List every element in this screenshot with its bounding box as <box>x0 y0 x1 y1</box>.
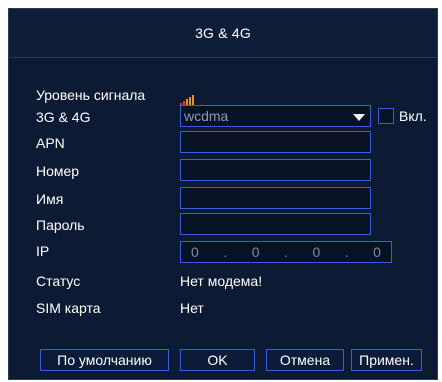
ip-label: IP <box>36 243 50 259</box>
ok-button[interactable]: OK <box>180 349 255 371</box>
modem-3g4g-dialog: 3G & 4G Уровень сигнала 3G & 4G wcdma Вк… <box>8 8 438 380</box>
password-label: Пароль <box>36 217 85 233</box>
status-label: Статус <box>36 273 81 289</box>
apn-input[interactable] <box>180 131 371 153</box>
sim-card-value: Нет <box>180 300 204 316</box>
default-button[interactable]: По умолчанию <box>40 349 169 371</box>
network-type-label: 3G & 4G <box>36 109 91 125</box>
dialog-title: 3G & 4G <box>195 25 251 41</box>
network-type-select[interactable]: wcdma <box>180 105 371 127</box>
ip-dot-2: . <box>284 244 288 260</box>
enable-checkbox[interactable] <box>378 108 394 124</box>
ip-address-input[interactable]: 0 . 0 . 0 . 0 <box>180 241 392 263</box>
network-type-value: wcdma <box>184 108 229 124</box>
ip-octet-3[interactable]: 0 <box>312 244 320 260</box>
apply-button[interactable]: Примен. <box>351 349 422 371</box>
signal-level-label: Уровень сигнала <box>36 87 146 103</box>
dialog-buttons: По умолчанию OK Отмена Примен. <box>40 349 430 373</box>
status-value: Нет модема! <box>180 273 263 289</box>
number-label: Номер <box>36 163 80 179</box>
name-label: Имя <box>36 191 64 207</box>
password-input[interactable] <box>180 213 371 235</box>
ip-dot-3: . <box>344 244 349 260</box>
name-input[interactable] <box>180 187 371 209</box>
ip-octet-1[interactable]: 0 <box>191 244 199 260</box>
ip-octet-4[interactable]: 0 <box>373 244 381 260</box>
apn-label: APN <box>36 135 65 151</box>
chevron-down-icon <box>353 114 365 121</box>
ip-dot-1: . <box>223 244 228 260</box>
cancel-button[interactable]: Отмена <box>266 349 344 371</box>
dialog-titlebar: 3G & 4G <box>9 9 437 58</box>
enable-checkbox-label: Вкл. <box>399 108 427 124</box>
ip-octet-2[interactable]: 0 <box>252 244 260 260</box>
number-input[interactable] <box>180 159 371 181</box>
sim-card-label: SIM карта <box>36 300 101 316</box>
